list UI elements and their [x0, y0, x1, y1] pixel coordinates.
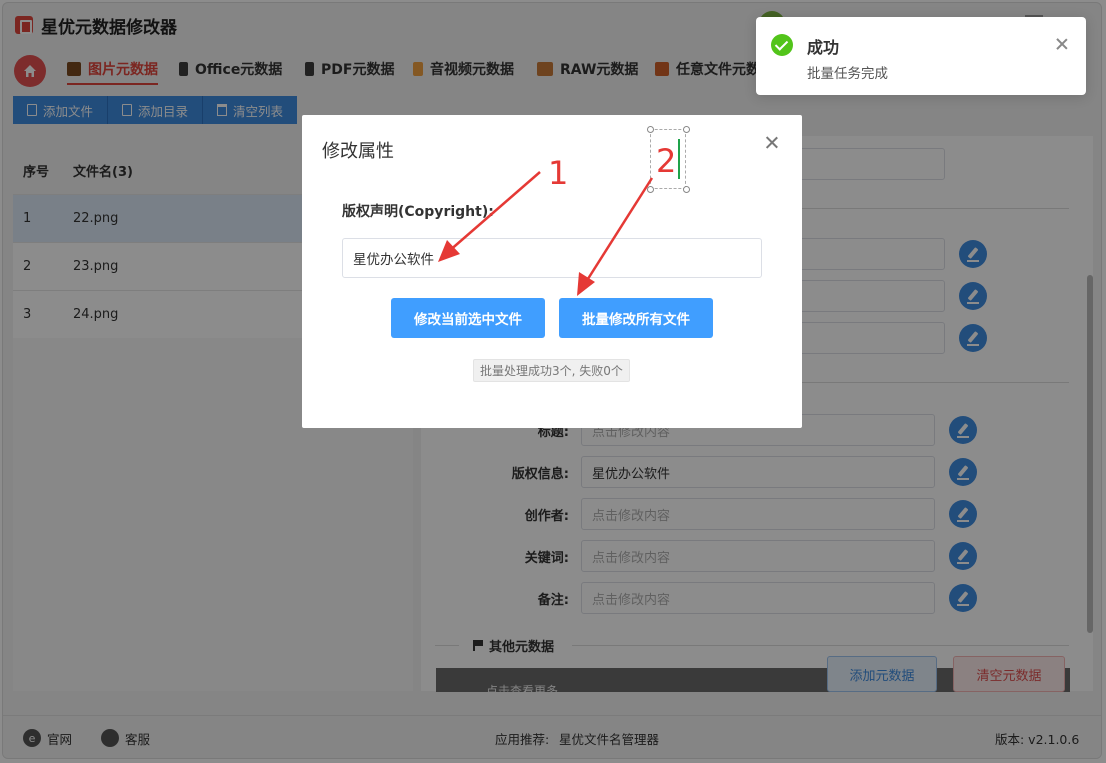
check-icon	[771, 34, 793, 56]
annotation-number-2: 2	[656, 142, 677, 180]
modify-selected-button[interactable]: 修改当前选中文件	[391, 298, 545, 338]
dialog-title: 修改属性	[322, 141, 394, 162]
resize-handle	[683, 126, 690, 133]
copyright-input[interactable]: 星优办公软件	[342, 238, 762, 278]
resize-handle	[683, 186, 690, 193]
resize-handle	[647, 126, 654, 133]
toast-message: 批量任务完成	[807, 66, 888, 82]
batch-modify-all-button[interactable]: 批量修改所有文件	[559, 298, 713, 338]
copyright-field-label: 版权声明(Copyright):	[342, 204, 494, 220]
text-caret	[678, 139, 680, 179]
close-icon[interactable]	[764, 135, 780, 151]
success-toast: 成功 批量任务完成	[756, 17, 1086, 95]
batch-status-text: 批量处理成功3个, 失败0个	[473, 359, 630, 382]
close-icon[interactable]	[1055, 37, 1069, 51]
annotation-number-1: 1	[548, 154, 569, 192]
toast-title: 成功	[807, 38, 840, 57]
resize-handle	[647, 186, 654, 193]
